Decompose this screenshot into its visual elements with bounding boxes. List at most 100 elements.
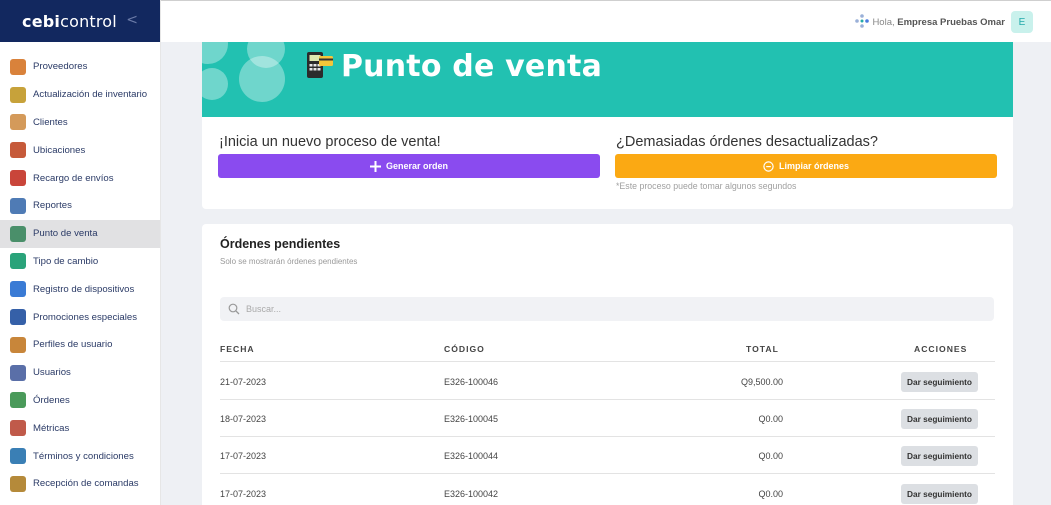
order-total: Q0.00: [758, 451, 783, 462]
sidebar-item-terminos-y-condiciones[interactable]: Términos y condiciones: [0, 442, 160, 470]
exchange-icon: [10, 253, 26, 270]
generate-order-button[interactable]: Generar orden: [218, 154, 600, 178]
apps-icon[interactable]: [855, 14, 869, 28]
column-total[interactable]: TOTAL: [746, 344, 779, 354]
follow-up-button[interactable]: Dar seguimiento: [901, 446, 978, 467]
sidebar-item-label: Recepción de comandas: [33, 478, 139, 490]
page-title: Punto de venta: [341, 49, 603, 84]
order-total: Q9,500.00: [740, 377, 783, 387]
follow-up-button[interactable]: Dar seguimiento: [901, 483, 978, 504]
metrics-icon: [10, 420, 26, 437]
order-code: E326-100044: [444, 451, 499, 462]
sidebar-item-usuarios[interactable]: Usuarios: [0, 359, 160, 387]
table-header: FECHA CÓDIGO TOTAL ACCIONES: [220, 342, 995, 362]
sidebar-item-punto-de-venta[interactable]: Punto de venta: [0, 219, 160, 248]
truck-icon: [10, 58, 26, 75]
reports-icon: [10, 197, 26, 214]
sidebar-item-metricas[interactable]: Métricas: [0, 414, 160, 442]
sidebar-item-label: Reportes: [33, 200, 72, 212]
actions-card: ¡Inicia un nuevo proceso de venta! Gener…: [202, 117, 1013, 209]
sidebar-item-label: Ubicaciones: [33, 144, 86, 156]
sidebar-item-label: Términos y condiciones: [33, 450, 134, 462]
sidebar-item-label: Órdenes: [33, 394, 70, 406]
sidebar: cebicontrol < Proveedores Actualización d…: [0, 0, 161, 505]
follow-up-button[interactable]: Dar seguimiento: [901, 409, 978, 430]
sidebar-item-label: Métricas: [33, 422, 70, 434]
sidebar-item-perfiles-de-usuario[interactable]: Perfiles de usuario: [0, 331, 160, 359]
table-row: 18-07-2023 E326-100045 Q0.00 Dar seguimient…: [220, 400, 995, 438]
table-row: 21-07-2023 E326-100046 Q9,500.00 Dar seguim…: [220, 363, 995, 400]
sidebar-item-clientes[interactable]: Clientes: [0, 109, 160, 137]
sidebar-item-registro-de-dispositivos[interactable]: Registro de dispositivos: [0, 275, 160, 303]
decor-circle: [202, 68, 228, 100]
sidebar-item-reportes[interactable]: Reportes: [0, 192, 160, 220]
section-subtitle: Solo se mostrarán órdenes pendientes: [220, 257, 358, 266]
new-sale-heading: ¡Inicia un nuevo proceso de venta!: [219, 134, 441, 150]
sidebar-item-label: Tipo de cambio: [33, 255, 99, 267]
order-code: E326-100046: [444, 377, 499, 387]
brand-header: cebicontrol <: [0, 0, 160, 42]
reception-icon: [10, 475, 26, 492]
topbar: Hola, Empresa Pruebas Omar E: [161, 0, 1051, 42]
search-input[interactable]: [246, 304, 846, 314]
promotions-icon: [10, 309, 26, 326]
decor-circle: [239, 56, 285, 102]
sidebar-item-label: Recargo de envíos: [33, 172, 114, 184]
devices-icon: [10, 281, 26, 298]
terms-icon: [10, 448, 26, 465]
order-code: E326-100045: [444, 414, 499, 425]
order-date: 21-07-2023: [220, 377, 267, 387]
plus-icon: [369, 160, 381, 172]
clients-icon: [10, 114, 26, 131]
order-date: 18-07-2023: [220, 414, 267, 425]
users-icon: [10, 364, 26, 381]
table-row: 17-07-2023 E326-100042 Q0.00 Dar seguimient…: [220, 475, 995, 505]
column-date[interactable]: FECHA: [220, 344, 255, 354]
sidebar-item-label: Usuarios: [33, 367, 71, 379]
decor-circle: [202, 42, 228, 64]
order-date: 17-07-2023: [220, 451, 267, 462]
search-bar: [220, 297, 994, 321]
sidebar-item-label: Perfiles de usuario: [33, 339, 113, 351]
sidebar-item-proveedores[interactable]: Proveedores: [0, 53, 160, 81]
delivery-icon: [10, 170, 26, 187]
pending-orders-card: Órdenes pendientes Solo se mostrarán órd…: [202, 224, 1013, 505]
inventory-icon: [10, 86, 26, 103]
sidebar-item-label: Punto de venta: [33, 228, 98, 240]
sidebar-item-label: Proveedores: [33, 61, 88, 73]
user-profile-icon: [10, 336, 26, 353]
follow-up-button[interactable]: Dar seguimiento: [901, 372, 978, 392]
sidebar-menu: Proveedores Actualización de inventario Cl…: [0, 42, 160, 498]
pos-icon: [10, 225, 26, 242]
orders-icon: [10, 392, 26, 409]
sidebar-item-label: Clientes: [33, 116, 68, 128]
sidebar-item-actualizacion-de-inventario[interactable]: Actualización de inventario: [0, 81, 160, 109]
sidebar-item-label: Actualización de inventario: [33, 89, 148, 101]
order-code: E326-100042: [444, 488, 499, 499]
outdated-orders-heading: ¿Demasiadas órdenes desactualizadas?: [616, 134, 878, 150]
sidebar-item-recepcion-de-comandas[interactable]: Recepción de comandas: [0, 470, 160, 498]
avatar[interactable]: E: [1011, 11, 1033, 33]
sidebar-item-ubicaciones[interactable]: Ubicaciones: [0, 136, 160, 164]
table-row: 17-07-2023 E326-100044 Q0.00 Dar seguimient…: [220, 437, 995, 475]
sidebar-item-ordenes[interactable]: Órdenes: [0, 387, 160, 415]
sidebar-item-promociones-especiales[interactable]: Promociones especiales: [0, 303, 160, 331]
sidebar-item-label: Promociones especiales: [33, 311, 137, 323]
page-banner: Punto de venta: [202, 42, 1013, 117]
column-code[interactable]: CÓDIGO: [444, 344, 485, 354]
clear-circle-icon: [763, 160, 774, 172]
logo[interactable]: cebicontrol: [22, 12, 117, 31]
collapse-sidebar-icon[interactable]: <: [126, 12, 138, 28]
sidebar-item-tipo-de-cambio[interactable]: Tipo de cambio: [0, 248, 160, 276]
search-icon: [228, 303, 240, 315]
order-total: Q0.00: [758, 488, 783, 499]
location-icon: [10, 142, 26, 159]
process-note: *Este proceso puede tomar algunos segund…: [616, 181, 797, 191]
sidebar-item-label: Registro de dispositivos: [33, 283, 135, 295]
pos-terminal-icon: [307, 52, 333, 78]
clear-orders-button[interactable]: Limpiar órdenes: [615, 154, 997, 178]
section-title: Órdenes pendientes: [220, 237, 341, 251]
user-greeting: Hola, Empresa Pruebas Omar: [872, 17, 1005, 28]
order-total: Q0.00: [758, 414, 783, 425]
sidebar-item-recargo-de-envios[interactable]: Recargo de envíos: [0, 164, 160, 192]
